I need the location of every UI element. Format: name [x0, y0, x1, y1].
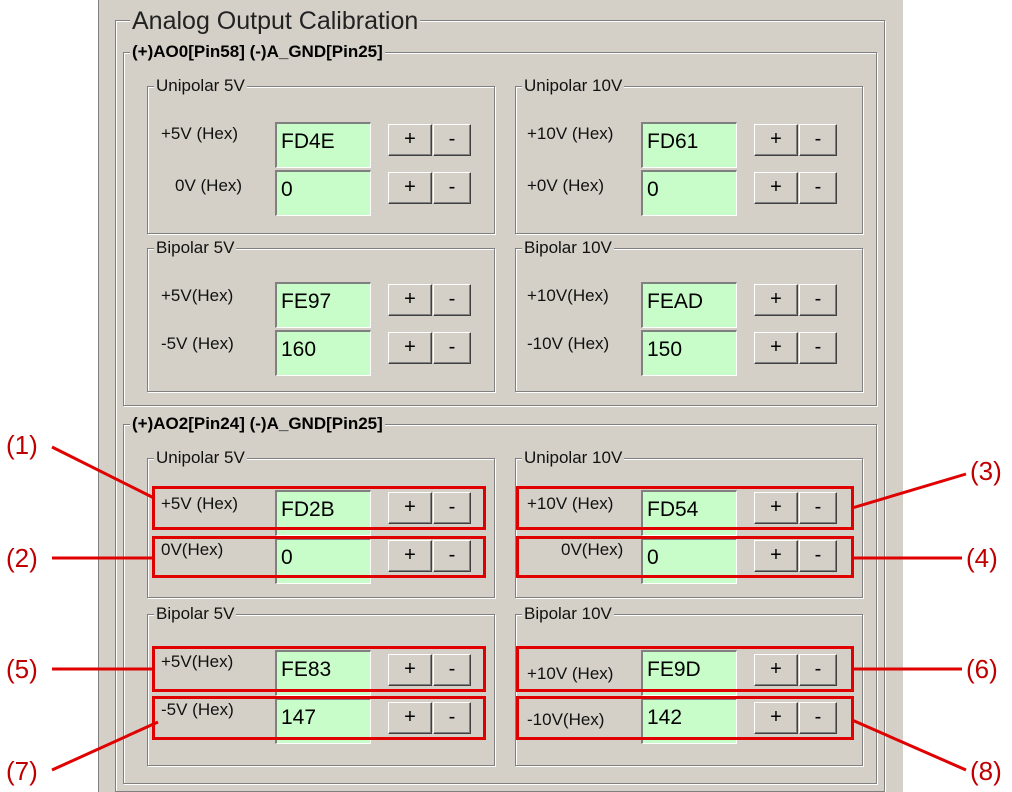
ao2-b5-neg-minus-button[interactable]: -: [433, 702, 471, 734]
ao0-u5-pos-plus-button[interactable]: +: [388, 124, 432, 156]
ao0-b5-neg-label: -5V (Hex): [161, 334, 234, 353]
ao2-u10-zero-plus-button[interactable]: +: [754, 540, 798, 572]
ao0-u5-zero-label: 0V (Hex): [175, 176, 243, 195]
ao0-b10-neg-minus-button[interactable]: -: [799, 332, 837, 364]
group-title: Unipolar 5V: [154, 76, 247, 95]
ao0-b5-pos-field[interactable]: FE97: [275, 282, 371, 328]
ao2-b10-pos-label: +10V (Hex): [527, 664, 614, 683]
group-title: Unipolar 10V: [522, 76, 625, 95]
ao2-u10-pos-field[interactable]: FD54: [641, 490, 737, 536]
group-title: Unipolar 5V: [154, 448, 247, 467]
ao0-u10-zero-label: +0V (Hex): [527, 176, 604, 195]
ao0-u5-pos-minus-button[interactable]: -: [433, 124, 471, 156]
ao2-b10-pos-plus-button[interactable]: +: [754, 654, 798, 686]
ao0-u5-pos-field[interactable]: FD4E: [275, 122, 371, 168]
ao0-u10-zero-minus-button[interactable]: -: [799, 172, 837, 204]
ao2-b10-neg-field[interactable]: 142: [641, 698, 737, 744]
ao0-u10-zero-plus-button[interactable]: +: [754, 172, 798, 204]
ao0-b10-neg-plus-button[interactable]: +: [754, 332, 798, 364]
callout-5: (5): [6, 654, 38, 684]
ao0-b5-pos-label: +5V(Hex): [161, 286, 234, 305]
ao2-u10-zero-field[interactable]: 0: [641, 538, 737, 584]
ao0-b5-neg-minus-button[interactable]: -: [433, 332, 471, 364]
ao0-b10-pos-plus-button[interactable]: +: [754, 284, 798, 316]
callout-3: (3): [970, 456, 1002, 486]
calibration-panel: Analog Output Calibration (+)AO0[Pin58] …: [98, 0, 904, 792]
ao0-b10-pos-field[interactable]: FEAD: [641, 282, 737, 328]
ao2-u10-pos-label: +10V (Hex): [527, 494, 614, 513]
ao2-u5-pos-minus-button[interactable]: -: [433, 492, 471, 524]
ao0-b5-neg-field[interactable]: 160: [275, 330, 371, 376]
group-title: Bipolar 10V: [522, 238, 614, 257]
ao2-u5-zero-minus-button[interactable]: -: [433, 540, 471, 572]
callout-6: (6): [966, 654, 998, 684]
group-title: Bipolar 5V: [154, 238, 237, 257]
group-title: Bipolar 10V: [522, 604, 614, 623]
ao0-u10-pos-label: +10V (Hex): [527, 124, 614, 143]
ao2-b10-pos-minus-button[interactable]: -: [799, 654, 837, 686]
ao2-u10-zero-minus-button[interactable]: -: [799, 540, 837, 572]
ao2-b5-neg-label: -5V (Hex): [161, 700, 234, 719]
group-title: Bipolar 5V: [154, 604, 237, 623]
ao0-u10-pos-minus-button[interactable]: -: [799, 124, 837, 156]
ao0-b10-pos-minus-button[interactable]: -: [799, 284, 837, 316]
ao0-u10-zero-field[interactable]: 0: [641, 170, 737, 216]
ao2-b10-neg-label: -10V(Hex): [527, 710, 605, 729]
section-ao0-header: (+)AO0[Pin58] (-)A_GND[Pin25]: [130, 42, 385, 61]
ao0-b5-neg-plus-button[interactable]: +: [388, 332, 432, 364]
callout-4: (4): [966, 543, 998, 573]
ao2-u10-zero-label: 0V(Hex): [561, 540, 624, 559]
ao2-u5-pos-field[interactable]: FD2B: [275, 490, 371, 536]
ao2-b10-neg-minus-button[interactable]: -: [799, 702, 837, 734]
ao0-u5-zero-minus-button[interactable]: -: [433, 172, 471, 204]
group-title: Unipolar 10V: [522, 448, 625, 467]
ao2-b5-pos-minus-button[interactable]: -: [433, 654, 471, 686]
ao2-b5-pos-label: +5V(Hex): [161, 652, 234, 671]
ao0-b5-pos-minus-button[interactable]: -: [433, 284, 471, 316]
panel-title: Analog Output Calibration: [130, 7, 421, 35]
ao0-u5-zero-field[interactable]: 0: [275, 170, 371, 216]
ao0-u5-pos-label: +5V (Hex): [161, 124, 238, 143]
callout-2: (2): [6, 543, 38, 573]
ao2-b10-pos-field[interactable]: FE9D: [641, 650, 737, 696]
ao0-u10-pos-plus-button[interactable]: +: [754, 124, 798, 156]
ao2-b5-pos-plus-button[interactable]: +: [388, 654, 432, 686]
callout-8: (8): [970, 756, 1002, 786]
ao2-b5-neg-field[interactable]: 147: [275, 698, 371, 744]
ao0-b5-pos-plus-button[interactable]: +: [388, 284, 432, 316]
ao2-u5-zero-field[interactable]: 0: [275, 538, 371, 584]
ao0-b10-neg-label: -10V (Hex): [527, 334, 610, 353]
ao2-b5-neg-plus-button[interactable]: +: [388, 702, 432, 734]
ao2-b5-pos-field[interactable]: FE83: [275, 650, 371, 696]
ao0-u5-zero-plus-button[interactable]: +: [388, 172, 432, 204]
ao2-u5-zero-plus-button[interactable]: +: [388, 540, 432, 572]
callout-7: (7): [6, 756, 38, 786]
ao2-u5-pos-plus-button[interactable]: +: [388, 492, 432, 524]
ao2-b10-neg-plus-button[interactable]: +: [754, 702, 798, 734]
ao2-u5-zero-label: 0V(Hex): [161, 540, 224, 559]
ao2-u10-pos-plus-button[interactable]: +: [754, 492, 798, 524]
ao2-u10-pos-minus-button[interactable]: -: [799, 492, 837, 524]
ao0-u10-pos-field[interactable]: FD61: [641, 122, 737, 168]
ao0-b10-neg-field[interactable]: 150: [641, 330, 737, 376]
callout-1: (1): [6, 430, 38, 460]
ao0-b10-pos-label: +10V(Hex): [527, 286, 609, 305]
ao2-u5-pos-label: +5V (Hex): [161, 494, 238, 513]
section-ao2-header: (+)AO2[Pin24] (-)A_GND[Pin25]: [130, 414, 385, 433]
